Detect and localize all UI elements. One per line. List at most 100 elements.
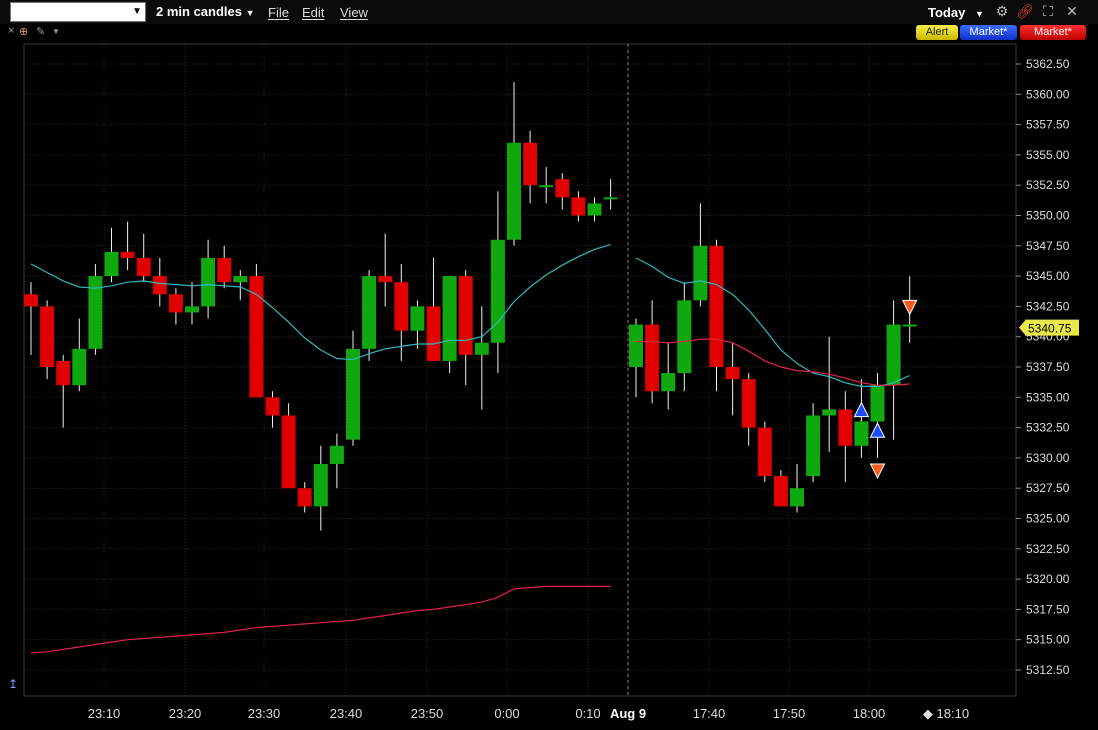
y-tick-label: 5327.50 [1026,481,1070,495]
plot-area [23,43,1017,697]
s2-candle [693,245,708,301]
s1-candle [24,294,38,307]
y-tick-label: 5360.00 [1026,87,1070,101]
y-tick-label: 5332.50 [1026,421,1070,435]
y-tick-label: 5335.00 [1026,390,1070,404]
x-tick-label: Aug 9 [610,706,646,721]
s2-candle [870,385,885,422]
close-icon[interactable]: ✕ [1064,3,1080,19]
last-price-label: 5340.75 [1028,322,1072,336]
y-tick-label: 5337.50 [1026,360,1070,374]
buy-market-button[interactable]: Market* [960,25,1017,40]
menu-file[interactable]: File [268,5,289,20]
symbol-input-box[interactable]: ▼ [10,2,146,22]
link-icon[interactable]: 🔗︎ [1016,3,1034,19]
s2-candle [629,324,643,367]
y-tick-label: 5330.00 [1026,451,1070,465]
s1-candle [507,142,521,240]
s1-candle [410,306,425,331]
s1-candle [426,306,441,361]
menu-edit[interactable]: Edit [302,5,324,20]
s1-candle [555,179,570,198]
s1-candle [233,276,248,283]
chevron-down-icon: ▼ [245,8,255,18]
s2-candle [661,373,676,392]
y-tick-label: 5315.00 [1026,633,1070,647]
y-tick-label: 5320.00 [1026,572,1070,586]
s1-candle [474,342,489,355]
close-small-icon[interactable]: × [8,25,14,37]
timeframe-selector[interactable]: 2 min candles ▼ [156,4,255,19]
candlestick-chart[interactable]: 5362.50 5360.00 5357.50 5355.00 5352.50 5350.… [0,40,1098,725]
s1-candle [571,197,586,216]
chevron-down-icon[interactable]: ▼ [52,27,60,36]
y-tick-label: 5312.50 [1026,663,1070,677]
y-tick-label: 5352.50 [1026,178,1070,192]
s2-candle [645,324,660,392]
s2-candle [757,427,772,477]
s1-candle [378,276,393,283]
s2-candle [822,409,837,416]
s1-candle [329,445,344,464]
x-tick-label: 23:20 [169,706,202,721]
y-tick-label: 5342.50 [1026,299,1070,313]
y-tick-label: 5322.50 [1026,542,1070,556]
s1-candle [72,348,87,386]
s2-candle [725,367,740,380]
chevron-down-icon: ▼ [974,9,984,19]
s1-candle [458,276,473,355]
s1-candle [217,257,232,283]
draw-tool-icon[interactable]: ✎ [36,25,45,38]
symbol-input[interactable] [14,4,136,22]
s1-candle [152,276,167,295]
s1-candle [297,488,312,507]
symbol-dropdown-icon[interactable]: ▼ [132,3,142,21]
s2-candle [902,324,917,327]
s1-candle [587,203,602,216]
s1-candle [104,251,119,277]
s2-candle [773,476,788,507]
range-label: Today [928,5,966,20]
y-tick-label: 5357.50 [1026,118,1070,132]
y-tick-label: 5362.50 [1026,57,1070,71]
sell-market-button[interactable]: Market* [1020,25,1086,40]
last-price-pointer [1019,320,1025,335]
x-tick-label: 17:40 [693,706,726,721]
s1-candle [313,463,328,507]
y-tick-label: 5350.00 [1026,209,1070,223]
s2-candle [790,488,804,507]
s2-candle [741,379,756,428]
s1-candle [539,185,554,188]
s2-candle [854,421,869,446]
s2-candle [838,409,853,446]
x-tick-label: 23:10 [88,706,121,721]
s2-candle [677,300,692,374]
s2-candle [806,415,821,477]
s1-candle [603,197,618,200]
alert-button[interactable]: Alert [916,25,958,40]
range-selector[interactable]: Today ▼ [928,5,984,20]
s1-candle [56,360,71,386]
s1-candle [168,294,183,313]
expand-icon[interactable]: ⛶ [1040,3,1056,19]
x-tick-label: 0:10 [575,706,600,721]
s2-candle [886,324,901,386]
s1-candle [281,415,296,489]
x-tick-label: 17:50 [773,706,806,721]
s1-candle [40,306,55,367]
s1-candle [120,251,135,258]
chart-area[interactable]: 5362.50 5360.00 5357.50 5355.00 5352.50 5350.… [0,40,1098,725]
s1-candle [362,276,377,349]
s1-candle [346,348,360,440]
menu-view[interactable]: View [340,5,368,20]
gear-icon[interactable]: ⚙ [994,3,1010,19]
s1-candle [136,257,151,277]
y-tick-label: 5325.00 [1026,512,1070,526]
y-tick-label: 5317.50 [1026,602,1070,616]
s1-candle [394,282,409,331]
timeframe-label: 2 min candles [156,4,242,19]
crosshair-icon[interactable]: ⊕ [19,25,28,38]
s1-candle [201,257,216,307]
x-tick-label: 23:40 [330,706,363,721]
s1-candle [523,142,538,186]
